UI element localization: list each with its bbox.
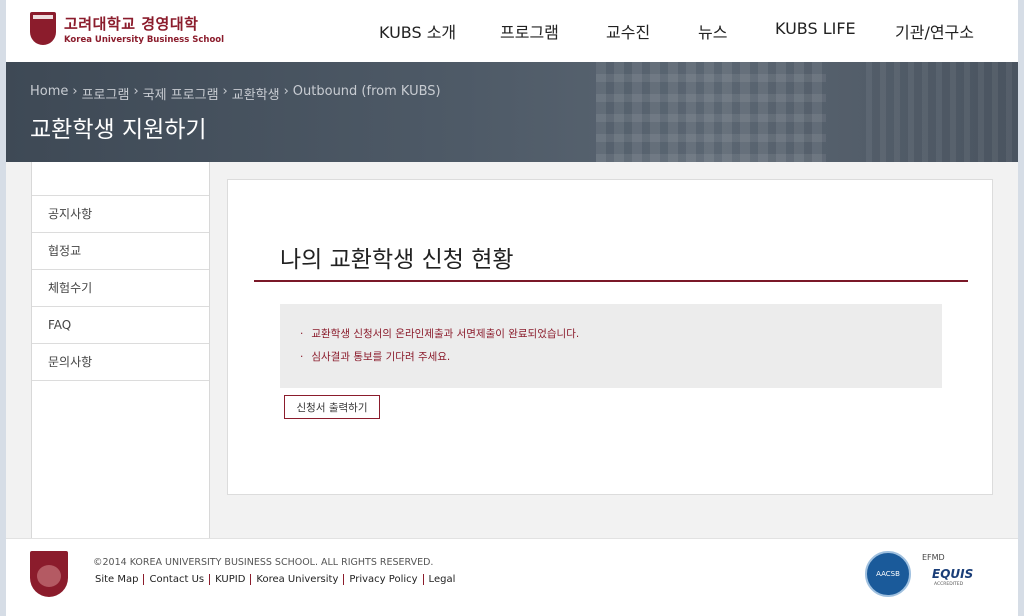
sidebar: 공지사항 협정교 체험수기 FAQ 문의사항 [31, 162, 210, 538]
status-notice-box: · 교환학생 신청서의 온라인제출과 서면제출이 완료되었습니다. · 심사결과 통… [280, 304, 942, 388]
footer-link-sitemap[interactable]: Site Map [95, 574, 143, 585]
footer-links: Site Map Contact Us KUPID Korea Universi… [95, 574, 460, 585]
equis-label: EQUIS [932, 567, 974, 581]
breadcrumb-exchange[interactable]: 교환학생 [232, 84, 280, 103]
korea-university-crest-icon [30, 551, 68, 597]
sidebar-item-partner-schools[interactable]: 협정교 [32, 233, 209, 270]
nav-item-programs[interactable]: 프로그램 [500, 19, 559, 43]
footer-link-korea-university[interactable]: Korea University [250, 574, 343, 585]
nav-item-kubs-life[interactable]: KUBS LIFE [775, 19, 856, 38]
breadcrumb-home[interactable]: Home [30, 84, 68, 103]
footer-link-privacy[interactable]: Privacy Policy [343, 574, 422, 585]
nav-item-kubs-intro[interactable]: KUBS 소개 [379, 19, 456, 43]
equis-accreditation-logo: EFMD EQUIS ACCREDITED [918, 553, 978, 593]
main-nav: KUBS 소개 프로그램 교수진 뉴스 KUBS LIFE 기관/연구소 [6, 19, 1018, 43]
aacsb-label: AACSB [876, 570, 900, 578]
print-application-button[interactable]: 신청서 출력하기 [284, 395, 380, 419]
footer-link-contact[interactable]: Contact Us [143, 574, 209, 585]
sidebar-menu: 공지사항 협정교 체험수기 FAQ 문의사항 [32, 195, 209, 381]
notice-text-submitted: 교환학생 신청서의 온라인제출과 서면제출이 완료되었습니다. [311, 328, 580, 340]
banner-building-image [866, 62, 1016, 162]
title-divider [254, 280, 968, 282]
aacsb-accreditation-logo: AACSB [865, 551, 911, 597]
breadcrumb-international[interactable]: 국제 프로그램 [143, 84, 219, 103]
sidebar-item-experiences[interactable]: 체험수기 [32, 270, 209, 307]
sidebar-item-faq[interactable]: FAQ [32, 307, 209, 344]
content-card: 나의 교환학생 신청 현황 · 교환학생 신청서의 온라인제출과 서면제출이 완료… [227, 179, 993, 495]
footer-link-legal[interactable]: Legal [422, 574, 461, 585]
site-header: 고려대학교 경영대학 Korea University Business Sch… [6, 0, 1018, 62]
page-title: 교환학생 지원하기 [30, 117, 207, 143]
notice-text-await: 심사결과 통보를 기다려 주세요. [311, 351, 451, 363]
notice-line: · 심사결과 통보를 기다려 주세요. [300, 349, 450, 364]
copyright-text: ©2014 KOREA UNIVERSITY BUSINESS SCHOOL. … [93, 557, 434, 568]
bullet-icon: · [300, 328, 304, 340]
nav-item-faculty[interactable]: 교수진 [606, 19, 650, 43]
chevron-right-icon: › [72, 84, 78, 99]
notice-line: · 교환학생 신청서의 온라인제출과 서면제출이 완료되었습니다. [300, 326, 579, 341]
page-banner: Home › 프로그램 › 국제 프로그램 › 교환학생 › Outbound … [6, 62, 1018, 162]
breadcrumb-programs[interactable]: 프로그램 [82, 84, 130, 103]
chevron-right-icon: › [283, 84, 289, 99]
bullet-icon: · [300, 351, 304, 363]
footer-link-kupid[interactable]: KUPID [209, 574, 250, 585]
section-title: 나의 교환학생 신청 현황 [280, 247, 514, 273]
banner-building-image [596, 62, 826, 162]
equis-sub-label: ACCREDITED [934, 582, 964, 587]
site-footer: ©2014 KOREA UNIVERSITY BUSINESS SCHOOL. … [6, 538, 1018, 616]
efmd-label: EFMD [922, 553, 945, 562]
nav-item-institutes[interactable]: 기관/연구소 [895, 19, 974, 43]
sidebar-item-inquiries[interactable]: 문의사항 [32, 344, 209, 381]
chevron-right-icon: › [133, 84, 139, 99]
breadcrumb: Home › 프로그램 › 국제 프로그램 › 교환학생 › Outbound … [30, 84, 441, 103]
sidebar-item-notices[interactable]: 공지사항 [32, 196, 209, 233]
nav-item-news[interactable]: 뉴스 [698, 19, 727, 43]
breadcrumb-outbound[interactable]: Outbound (from KUBS) [293, 84, 441, 103]
chevron-right-icon: › [222, 84, 228, 99]
